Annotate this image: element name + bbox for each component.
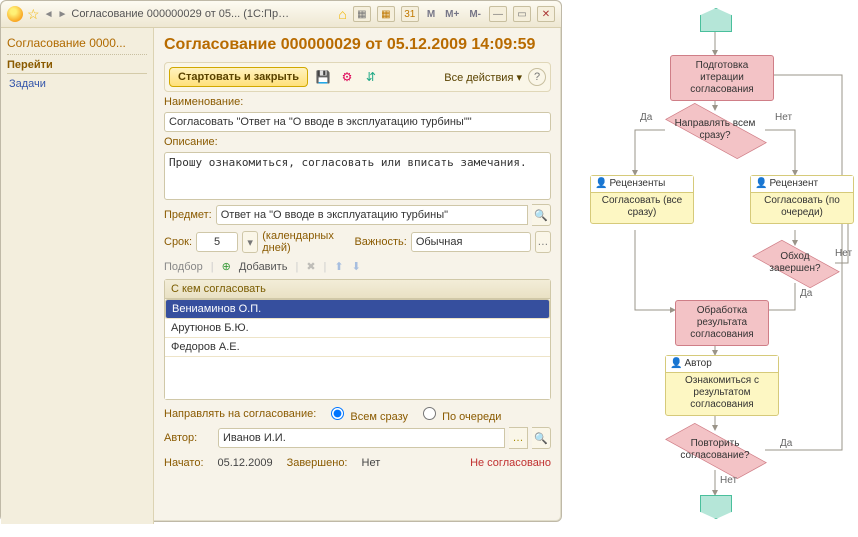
favorite-icon[interactable]: ☆ [27,7,40,21]
all-actions-dropdown[interactable]: Все действия ▾ [444,71,522,84]
flowchart: Подготовка итерации согласования Направл… [580,0,850,530]
due-input[interactable] [196,232,238,252]
flow-task-all: 👤Рецензенты Согласовать (все сразу) [590,175,694,224]
edge-no: Нет [835,248,852,259]
m-button[interactable]: M [425,9,437,20]
move-down-icon[interactable]: ⬇ [352,260,361,273]
edge-yes: Да [780,438,792,449]
forward-icon[interactable]: ► [57,9,67,20]
importance-input[interactable] [411,232,531,252]
grid-icon[interactable]: ▦ [353,6,371,22]
m-plus-button[interactable]: M+ [443,9,461,20]
user-icon: 👤 [755,178,767,190]
sidebar: Согласование 0000... Перейти Задачи [1,28,154,524]
save-icon[interactable]: 💾 [314,68,332,86]
sidebar-title: Согласование 0000... [7,34,147,55]
name-input[interactable] [164,112,551,132]
user-icon: 👤 [595,178,607,190]
flow-task-review: 👤Автор Ознакомиться с результатом соглас… [665,355,779,416]
edge-no: Нет [720,475,737,486]
page-title: Согласование 000000029 от 05.12.2009 14:… [164,36,551,58]
subject-lookup-icon[interactable]: 🔍 [532,204,551,226]
desc-label: Описание: [164,136,551,148]
sidebar-item-tasks[interactable]: Задачи [7,74,147,94]
importance-label: Важность: [354,236,406,248]
toolbar: Стартовать и закрыть 💾 ⚙ ⇵ Все действия … [164,62,551,92]
author-more-icon[interactable]: … [509,427,528,449]
pick-button[interactable]: Подбор [164,261,203,273]
due-label: Срок: [164,236,192,248]
done-label: Завершено: [287,457,348,469]
author-label: Автор: [164,432,214,444]
window-title: Согласование 000000029 от 05... (1С:Пред… [71,8,291,20]
flow-task-seq: 👤Рецензент Согласовать (по очереди) [750,175,854,224]
due-spin-icon[interactable]: ▾ [242,231,258,253]
flow-prepare: Подготовка итерации согласования [670,55,774,101]
titlebar: ☆ ◄ ► Согласование 000000029 от 05... (1… [1,1,561,28]
due-unit: (календарных дней) [262,230,343,254]
close-button[interactable]: ✕ [537,6,555,22]
author-input[interactable] [218,428,505,448]
table-row[interactable]: Арутюнов Б.Ю. [165,319,550,338]
subject-label: Предмет: [164,209,212,221]
flow-dec-repeat: Повторить согласование? [665,430,765,470]
main-form: Согласование 000000029 от 05.12.2009 14:… [154,28,561,524]
edge-yes: Да [800,288,812,299]
started-value: 05.12.2009 [218,457,273,469]
table-row[interactable]: Вениаминов О.П. [165,299,550,319]
done-value: Нет [362,457,381,469]
approvers-table: С кем согласовать Вениаминов О.П. Арутюн… [164,279,551,400]
desc-input[interactable] [164,152,551,200]
flow-process-result: Обработка результата согласования [675,300,769,346]
move-up-icon[interactable]: ⬆ [334,260,343,273]
add-button[interactable]: Добавить [239,261,288,273]
table-header: С кем согласовать [165,280,550,299]
send-mode-label: Направлять на согласование: [164,408,316,420]
user-icon: 👤 [670,358,682,370]
edge-yes: Да [640,112,652,123]
sidebar-goto: Перейти [7,55,147,74]
status-badge: Не согласовано [470,457,551,469]
flow-dec-loop: Обход завершен? [755,243,835,283]
radio-sequential[interactable]: По очереди [418,404,501,423]
calendar-icon[interactable]: ▦ [377,6,395,22]
minimize-button[interactable]: — [489,6,507,22]
subject-input[interactable] [216,205,528,225]
radio-all[interactable]: Всем сразу [326,404,408,423]
m-minus-button[interactable]: M- [467,9,483,20]
add-icon[interactable]: ⊕ [222,260,231,273]
workflow-icon[interactable]: ⚙ [338,68,356,86]
back-icon[interactable]: ◄ [44,9,54,20]
delete-icon[interactable]: ✖ [306,260,315,273]
author-lookup-icon[interactable]: 🔍 [532,427,551,449]
importance-lookup-icon[interactable]: … [535,231,551,253]
flow-dec-sendmode: Направлять всем сразу? [665,110,765,150]
name-label: Наименование: [164,96,551,108]
date-icon[interactable]: 31 [401,6,419,22]
help-icon[interactable]: ? [528,68,546,86]
start-close-button[interactable]: Стартовать и закрыть [169,67,308,87]
footer: Начато: 05.12.2009 Завершено: Нет Не сог… [164,453,551,469]
started-label: Начато: [164,457,204,469]
app-window: ☆ ◄ ► Согласование 000000029 от 05... (1… [0,0,562,522]
home-icon[interactable]: ⌂ [338,7,346,21]
table-empty [165,357,550,399]
tree-icon[interactable]: ⇵ [362,68,380,86]
edge-no: Нет [775,112,792,123]
logo-1c-icon [7,6,23,22]
table-row[interactable]: Федоров А.Е. [165,338,550,357]
table-toolbar: Подбор | ⊕ Добавить | ✖ | ⬆ ⬇ [164,258,551,275]
restore-button[interactable]: ▭ [513,6,531,22]
